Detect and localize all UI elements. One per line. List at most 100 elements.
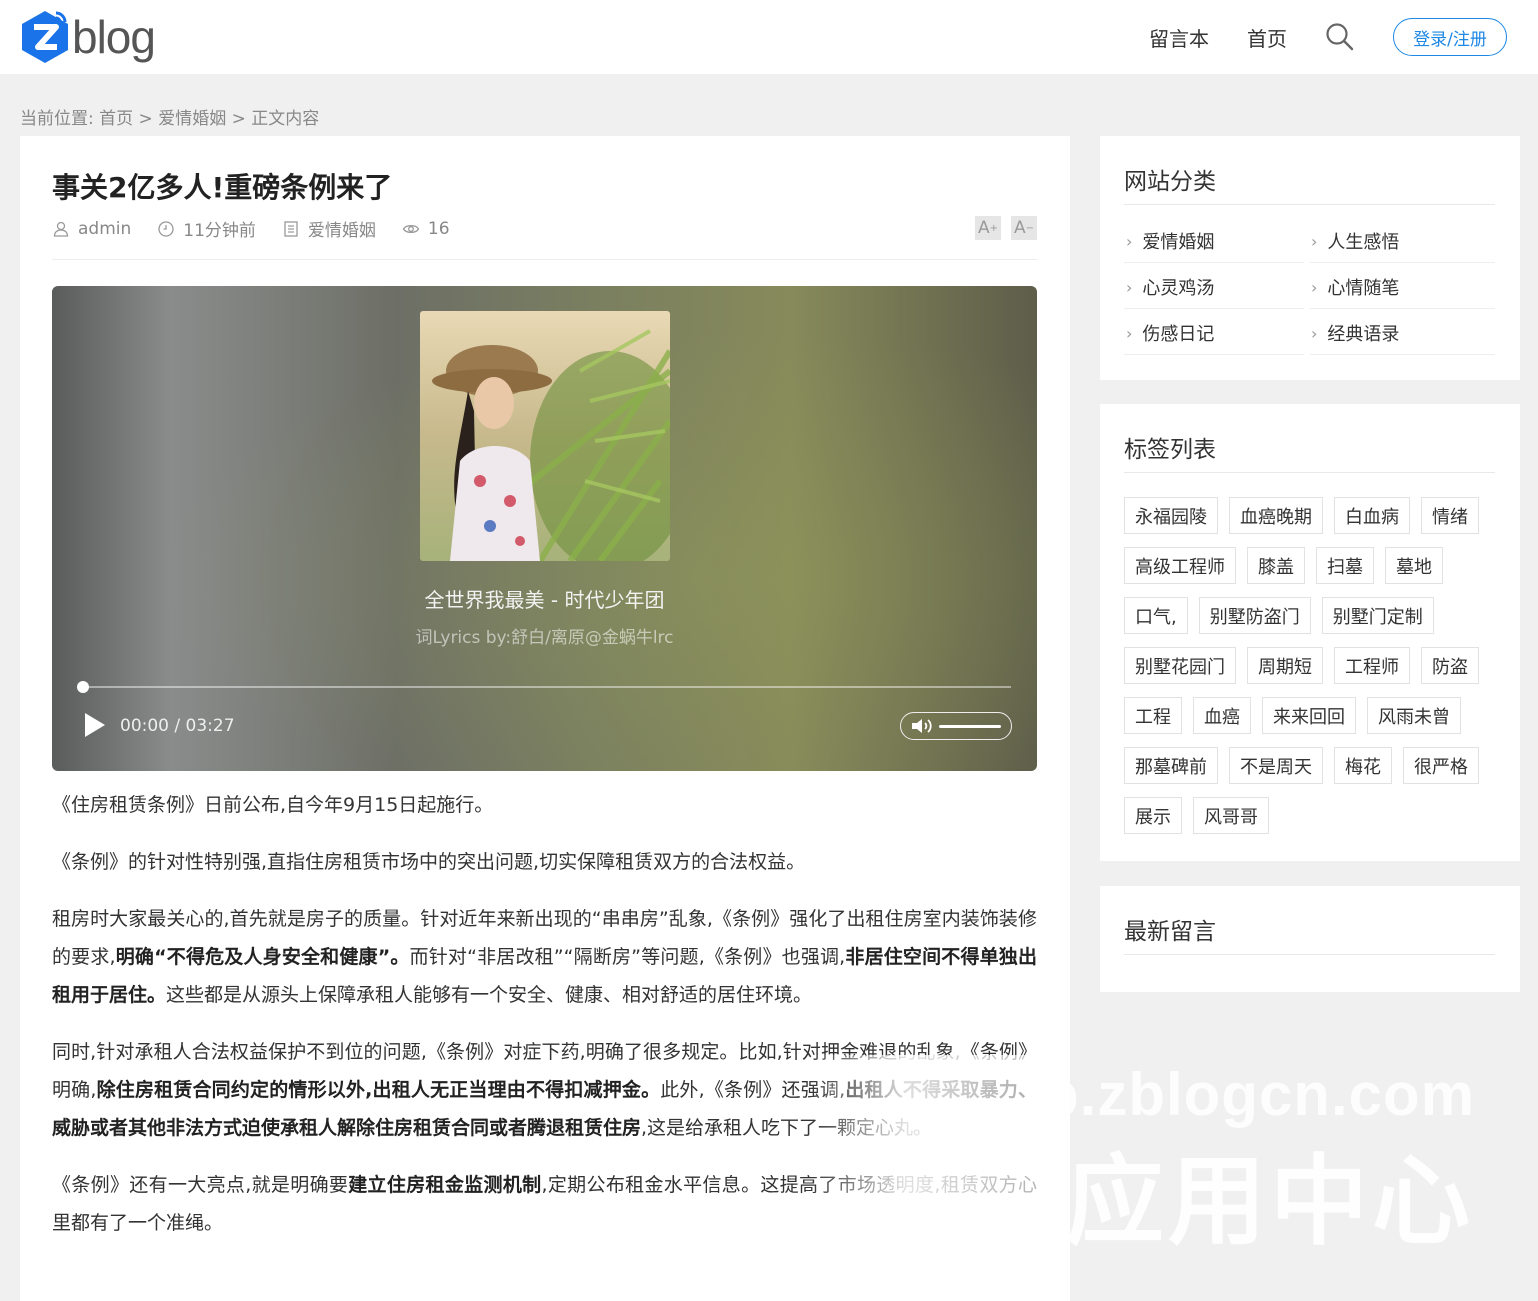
- category-divider: [1310, 354, 1495, 355]
- tag-list: 永福园陵 血癌晚期 白血病 情绪高级工程师 膝盖 扫墓 墓地口气, 别墅防盗门 别墅门定制别墅花…: [1124, 497, 1504, 847]
- site-header: blog 留言本 首页 登录/注册: [0, 0, 1538, 74]
- tag-link[interactable]: 血癌晚期: [1229, 497, 1323, 534]
- breadcrumb-category[interactable]: 爱情婚姻: [158, 109, 226, 129]
- widget-title: 标签列表: [1124, 437, 1216, 463]
- view-count: 16: [427, 218, 450, 239]
- tag-link[interactable]: 来来回回: [1262, 697, 1356, 734]
- category-divider: [1310, 308, 1495, 309]
- breadcrumb-home[interactable]: 首页: [99, 109, 133, 129]
- latest-comments-widget: 最新留言: [1100, 886, 1520, 992]
- widget-divider: [1124, 954, 1495, 955]
- author-name: admin: [78, 218, 132, 239]
- meta-divider: [52, 259, 1037, 260]
- category-divider: [1124, 354, 1304, 355]
- post-category: 爱情婚姻: [307, 221, 376, 241]
- time-display: 00:00 / 03:27: [120, 716, 235, 736]
- breadcrumb-current: 正文内容: [251, 109, 320, 129]
- nav-home[interactable]: 首页: [1247, 23, 1287, 52]
- watermark-domain: p.zblogcn.com: [1042, 1061, 1475, 1128]
- widget-divider: [1124, 204, 1495, 205]
- widget-divider: [1124, 472, 1495, 473]
- album-cover: [420, 311, 670, 561]
- font-increase-button[interactable]: A +: [975, 216, 1001, 240]
- tag-link[interactable]: 膝盖: [1247, 547, 1305, 584]
- chevron-right-icon: ›: [1126, 277, 1133, 297]
- volume-bar[interactable]: [939, 725, 1001, 728]
- tag-link[interactable]: 工程: [1124, 697, 1182, 734]
- chevron-right-icon: ›: [1126, 231, 1133, 251]
- meta-time: 11分钟前: [157, 216, 256, 241]
- tag-link[interactable]: 别墅门定制: [1321, 597, 1434, 634]
- category-divider: [1124, 262, 1304, 263]
- breadcrumb-prefix: 当前位置:: [20, 109, 94, 129]
- zblog-logo-icon: [22, 11, 68, 63]
- chevron-right-icon: ›: [1311, 277, 1318, 297]
- article-paragraph: 租房时大家最关心的,首先就是房子的质量。针对近年来新出现的“串串房”乱象,《条例…: [52, 908, 1037, 1006]
- clock-icon: [158, 220, 174, 237]
- tag-link[interactable]: 周期短: [1247, 647, 1323, 684]
- search-icon[interactable]: [1325, 22, 1355, 52]
- login-register-button[interactable]: 登录/注册: [1393, 18, 1507, 56]
- tag-link[interactable]: 梅花: [1334, 747, 1392, 784]
- chevron-right-icon: ›: [1311, 231, 1318, 251]
- tag-link[interactable]: 口气,: [1124, 597, 1188, 634]
- article-paragraph: 《住房租赁条例》日前公布,自今年9月15日起施行。: [52, 794, 494, 816]
- breadcrumb: 当前位置: 首页 > 爱情婚姻 > 正文内容: [20, 104, 319, 129]
- meta-views: 16: [402, 219, 450, 239]
- tag-link[interactable]: 别墅防盗门: [1198, 597, 1311, 634]
- watermark-text: 应用中心: [1066, 1145, 1475, 1259]
- tag-link[interactable]: 工程师: [1334, 647, 1410, 684]
- main-nav: 留言本 首页 登录/注册: [1149, 0, 1538, 74]
- progress-bar[interactable]: [77, 681, 1011, 693]
- music-player: 全世界我最美 - 时代少年团 词Lyrics by:舒白/离原@金蜗牛lrc 0…: [52, 286, 1037, 771]
- document-icon: [284, 220, 298, 237]
- play-icon[interactable]: [83, 712, 107, 738]
- tag-link[interactable]: 扫墓: [1316, 547, 1374, 584]
- tags-widget: 标签列表 永福园陵 血癌晚期 白血病 情绪高级工程师 膝盖 扫墓 墓地口气, 别墅防盗门 别墅门…: [1100, 404, 1520, 861]
- tag-link[interactable]: 情绪: [1421, 497, 1479, 534]
- category-divider: [1310, 262, 1495, 263]
- category-link[interactable]: › 经典语录: [1311, 320, 1399, 346]
- tag-link[interactable]: 别墅花园门: [1124, 647, 1236, 684]
- post-title: 事关2亿多人!重磅条例来了: [52, 171, 393, 204]
- meta-author[interactable]: admin: [52, 219, 131, 239]
- font-decrease-button[interactable]: A −: [1011, 216, 1037, 240]
- tag-link[interactable]: 高级工程师: [1124, 547, 1236, 584]
- tag-link[interactable]: 白血病: [1334, 497, 1410, 534]
- volume-control[interactable]: [900, 712, 1012, 740]
- category-link[interactable]: › 伤感日记: [1126, 320, 1214, 346]
- chevron-right-icon: ›: [1126, 323, 1133, 343]
- chevron-right-icon: ›: [1311, 323, 1318, 343]
- tag-link[interactable]: 血癌: [1193, 697, 1251, 734]
- logo-text: blog: [72, 11, 156, 63]
- category-divider: [1124, 308, 1304, 309]
- tag-link[interactable]: 展示: [1124, 797, 1182, 834]
- tag-link[interactable]: 不是周天: [1229, 747, 1323, 784]
- tag-link[interactable]: 风哥哥: [1193, 797, 1269, 834]
- tag-link[interactable]: 风雨未曾: [1367, 697, 1461, 734]
- category-link[interactable]: › 人生感悟: [1311, 228, 1399, 254]
- nav-guestbook[interactable]: 留言本: [1149, 23, 1209, 52]
- album-cover-image: [420, 311, 670, 561]
- post-meta: admin 11分钟前 爱情婚姻 16: [52, 216, 476, 241]
- category-link[interactable]: › 爱情婚姻: [1126, 228, 1214, 254]
- lyric-line: 词Lyrics by:舒白/离原@金蜗牛lrc: [415, 628, 674, 648]
- category-link[interactable]: › 心灵鸡汤: [1126, 274, 1214, 300]
- song-title: 全世界我最美 - 时代少年团: [424, 588, 665, 612]
- categories-widget: 网站分类 › 爱情婚姻 › 人生感悟 › 心灵鸡汤 › 心情随笔 › 伤感日记 › 经典语录: [1100, 136, 1520, 380]
- progress-knob[interactable]: [77, 681, 89, 693]
- widget-title: 最新留言: [1124, 919, 1216, 945]
- font-size-controls: A + A −: [965, 216, 1037, 240]
- breadcrumb-separator: >: [231, 109, 246, 129]
- eye-icon: [402, 224, 420, 233]
- meta-category[interactable]: 爱情婚姻: [282, 216, 376, 241]
- tag-link[interactable]: 很严格: [1403, 747, 1479, 784]
- tag-link[interactable]: 防盗: [1421, 647, 1479, 684]
- tag-link[interactable]: 墓地: [1385, 547, 1443, 584]
- site-logo[interactable]: blog: [20, 10, 156, 64]
- category-link[interactable]: › 心情随笔: [1311, 274, 1399, 300]
- volume-icon[interactable]: [910, 716, 936, 736]
- tag-link[interactable]: 永福园陵: [1124, 497, 1218, 534]
- post-time: 11分钟前: [183, 221, 256, 241]
- tag-link[interactable]: 那墓碑前: [1124, 747, 1218, 784]
